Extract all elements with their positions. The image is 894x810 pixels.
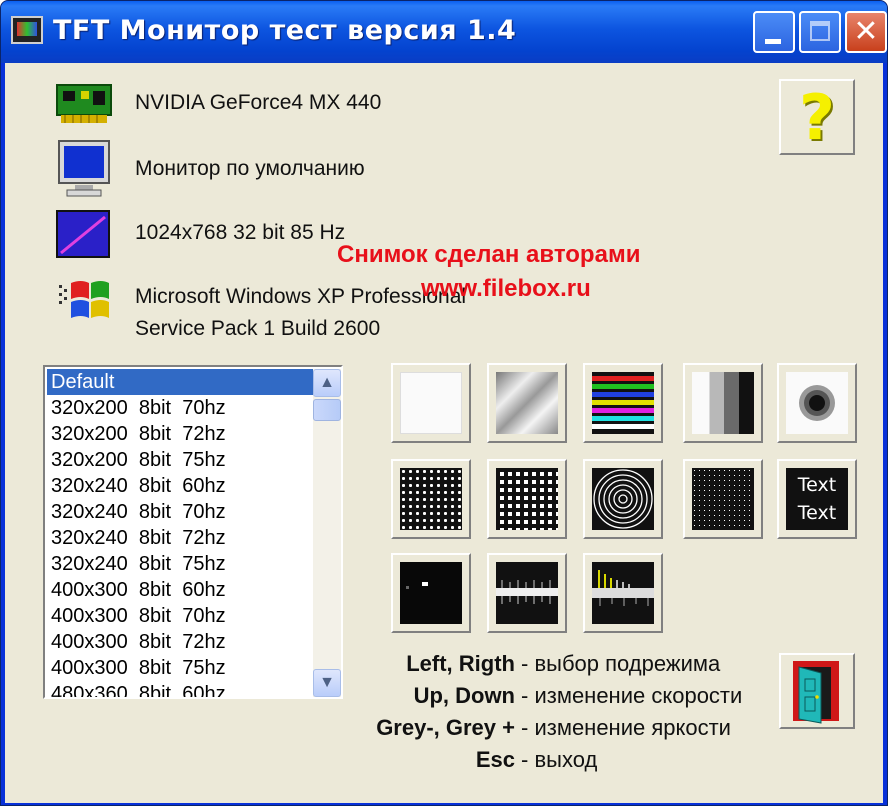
test-focus-button[interactable] [777, 363, 857, 443]
close-icon: ✕ [853, 14, 879, 49]
list-item[interactable]: 480x360 8bit 60hz [47, 681, 313, 697]
os-build-label: Service Pack 1 Build 2600 [135, 317, 381, 340]
test-response-button[interactable] [487, 553, 567, 633]
watermark-line1: Снимок сделан авторами [337, 241, 641, 268]
crosshatch-icon [692, 468, 754, 530]
help-button[interactable]: ? [779, 79, 855, 155]
os-name-label: Microsoft Windows XP Professional [135, 285, 467, 308]
video-card-label: NVIDIA GeForce4 MX 440 [135, 91, 382, 114]
black-field-icon [400, 562, 462, 624]
window-title: TFT Монитор тест версия 1.4 [53, 15, 517, 46]
test-moire-button[interactable] [583, 459, 663, 539]
app-icon [11, 16, 43, 44]
list-item[interactable]: 320x200 8bit 70hz [47, 395, 313, 421]
maximize-icon [810, 21, 830, 41]
list-scrollbar[interactable]: ▲ ▼ [313, 369, 341, 697]
title-bar[interactable]: TFT Монитор тест версия 1.4 ✕ [1, 1, 887, 63]
list-item[interactable]: 320x240 8bit 60hz [47, 473, 313, 499]
test-speed-button[interactable] [583, 553, 663, 633]
monitor-icon [58, 140, 110, 197]
key-up-down-desc: - изменение скорости [521, 683, 743, 708]
test-gray-levels-button[interactable] [683, 363, 763, 443]
key-grey: Grey-, Grey + [376, 715, 515, 740]
test-color-bars-button[interactable] [583, 363, 663, 443]
gray-levels-icon [692, 372, 754, 434]
color-bars-icon [592, 372, 654, 434]
list-item[interactable]: 400x300 8bit 70hz [47, 603, 313, 629]
list-item[interactable]: 320x200 8bit 72hz [47, 421, 313, 447]
exit-door-icon [793, 661, 839, 724]
key-up-down: Up, Down [413, 683, 515, 708]
text-sample-icon: Text Text [786, 468, 848, 530]
list-item[interactable]: 320x240 8bit 72hz [47, 525, 313, 551]
key-left-right: Left, Rigth [406, 651, 515, 676]
list-item[interactable]: 320x200 8bit 75hz [47, 447, 313, 473]
text-tile-line1: Text [797, 474, 837, 496]
white-field-icon [400, 372, 462, 434]
exit-button[interactable] [779, 653, 855, 729]
list-item[interactable]: Default [47, 369, 313, 395]
speed-test-icon [592, 562, 654, 624]
app-window: TFT Монитор тест версия 1.4 ✕ NVIDIA GeF… [0, 0, 888, 806]
focus-circle-icon [786, 372, 848, 434]
watermark-line2: www.filebox.ru [421, 275, 591, 302]
checker-pattern-icon [400, 468, 462, 530]
response-time-icon [496, 562, 558, 624]
list-item[interactable]: 400x300 8bit 60hz [47, 577, 313, 603]
list-item[interactable]: 400x300 8bit 72hz [47, 629, 313, 655]
test-grid-dots-button[interactable] [487, 459, 567, 539]
video-modes-list[interactable]: Default 320x200 8bit 70hz 320x200 8bit 7… [43, 365, 343, 699]
display-mode-label: 1024x768 32 bit 85 Hz [135, 221, 346, 244]
list-item[interactable]: 320x240 8bit 75hz [47, 551, 313, 577]
key-left-right-desc: - выбор подрежима [521, 651, 721, 676]
test-black-pixel-button[interactable] [391, 553, 471, 633]
scroll-down-button[interactable]: ▼ [313, 669, 341, 697]
list-item[interactable]: 400x300 8bit 75hz [47, 655, 313, 681]
help-icon: ? [799, 81, 835, 154]
video-card-icon [56, 84, 112, 123]
list-item[interactable]: 320x240 8bit 70hz [47, 499, 313, 525]
scroll-thumb[interactable] [313, 399, 341, 421]
text-tile-line2: Text [797, 502, 837, 524]
key-esc-desc: - выход [521, 747, 598, 772]
test-gradient-button[interactable] [487, 363, 567, 443]
monitor-label: Монитор по умолчанию [135, 157, 365, 180]
minimize-icon [765, 39, 781, 44]
key-grey-desc: - изменение яркости [521, 715, 731, 740]
key-esc: Esc [475, 747, 515, 772]
windows-logo-icon [59, 281, 109, 318]
scroll-up-button[interactable]: ▲ [313, 369, 341, 397]
minimize-button[interactable] [753, 11, 795, 53]
test-crosshatch-button[interactable] [683, 459, 763, 539]
chevron-up-icon: ▲ [319, 374, 335, 391]
concentric-circles-icon [592, 468, 654, 530]
maximize-button[interactable] [799, 11, 841, 53]
display-mode-icon [56, 210, 110, 258]
gradient-icon [496, 372, 558, 434]
test-text-button[interactable]: Text Text [777, 459, 857, 539]
close-button[interactable]: ✕ [845, 11, 887, 53]
client-area: NVIDIA GeForce4 MX 440 Монитор по умолча… [5, 63, 883, 803]
chevron-down-icon: ▼ [319, 674, 335, 691]
test-white-button[interactable] [391, 363, 471, 443]
grid-dots-icon [496, 468, 558, 530]
list-items: Default 320x200 8bit 70hz 320x200 8bit 7… [47, 369, 313, 697]
test-checker-button[interactable] [391, 459, 471, 539]
